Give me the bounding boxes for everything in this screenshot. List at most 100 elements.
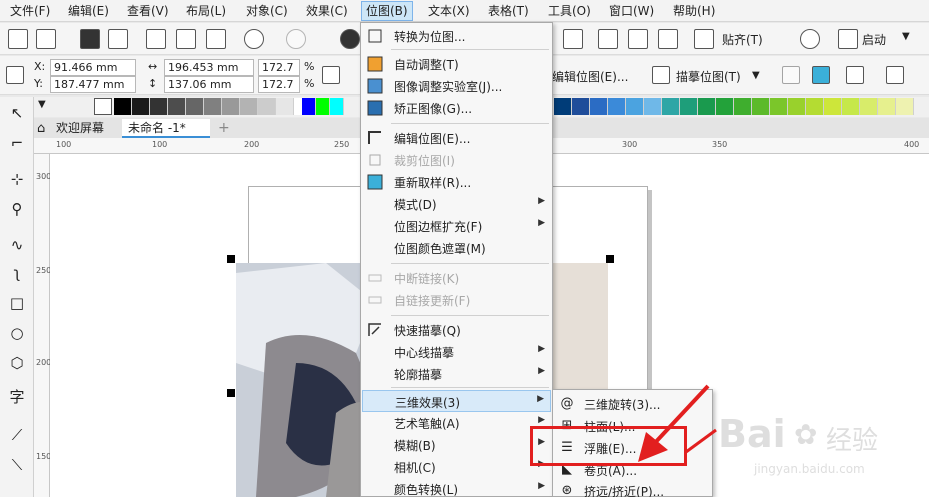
color-swatch[interactable]: [770, 98, 788, 115]
application-launcher-icon[interactable]: [838, 29, 858, 49]
menu-edit[interactable]: 编辑(E): [64, 1, 113, 21]
color-swatch[interactable]: [716, 98, 734, 115]
open-folder-icon[interactable]: [36, 29, 56, 49]
resample-icon[interactable]: [812, 66, 830, 84]
menu-centerline-trace[interactable]: 中心线描摹 ▶: [362, 341, 551, 363]
color-swatch[interactable]: [680, 98, 698, 115]
chevron-down-icon[interactable]: ▼: [752, 70, 760, 81]
menu-straighten-image[interactable]: 矫正图像(G)...: [362, 97, 551, 119]
rectangle-tool-icon[interactable]: □: [7, 293, 27, 313]
menu-break-link[interactable]: 中断链接(K): [362, 267, 551, 289]
color-swatch[interactable]: [276, 98, 294, 115]
menu-bitmap-border-expansion[interactable]: 位图边框扩充(F) ▶: [362, 215, 551, 237]
menu-convert-to-bitmap[interactable]: 转换为位图...: [362, 25, 551, 47]
redo-icon[interactable]: [286, 29, 306, 49]
tab-untitled-1[interactable]: 未命名 -1*: [122, 119, 210, 138]
crop-tool-icon[interactable]: ⊹: [7, 169, 27, 189]
menu-bitmap-color-mask[interactable]: 位图颜色遮罩(M): [362, 237, 551, 259]
pick-tool-icon[interactable]: ↖: [7, 103, 27, 123]
menu-image-adjustment-lab[interactable]: 图像调整实验室(J)...: [362, 75, 551, 97]
menu-view[interactable]: 查看(V): [123, 1, 173, 21]
color-swatch[interactable]: [554, 98, 572, 115]
color-swatch[interactable]: [302, 98, 316, 115]
color-swatch[interactable]: [258, 98, 276, 115]
color-swatch[interactable]: [590, 98, 608, 115]
zoom-tool-icon[interactable]: ⚲: [7, 199, 27, 219]
new-document-icon[interactable]: [8, 29, 28, 49]
menu-window[interactable]: 窗口(W): [605, 1, 658, 21]
menu-outline-trace[interactable]: 轮廓描摹 ▶: [362, 363, 551, 385]
color-swatch[interactable]: [662, 98, 680, 115]
color-swatch[interactable]: [114, 98, 132, 115]
color-swatch[interactable]: [204, 98, 222, 115]
selection-handle[interactable]: [606, 255, 614, 263]
save-icon[interactable]: [80, 29, 100, 49]
color-swatch[interactable]: [788, 98, 806, 115]
paste-icon[interactable]: [206, 29, 226, 49]
trace-bitmap-dropdown[interactable]: 描摹位图(T): [676, 68, 741, 85]
shape-tool-icon[interactable]: ⌐: [7, 133, 27, 153]
copy-icon[interactable]: [176, 29, 196, 49]
dimension-tool-icon[interactable]: ⟋: [7, 425, 27, 445]
y-position-field[interactable]: 187.477 mm: [50, 76, 136, 93]
tab-welcome[interactable]: ⌂ 欢迎屏幕: [34, 119, 118, 138]
color-swatch[interactable]: [186, 98, 204, 115]
menu-art-strokes[interactable]: 艺术笔触(A) ▶: [362, 412, 551, 434]
menu-resample[interactable]: 重新取样(R)...: [362, 171, 551, 193]
launch-dropdown[interactable]: 启动: [862, 31, 886, 48]
crop-bitmap-icon[interactable]: [782, 66, 800, 84]
menu-table[interactable]: 表格(T): [484, 1, 533, 21]
menu-update-from-link[interactable]: 自链接更新(F): [362, 289, 551, 311]
show-grid-icon[interactable]: [628, 29, 648, 49]
color-swatch[interactable]: [842, 98, 860, 115]
color-swatch[interactable]: [572, 98, 590, 115]
menu-bitmaps[interactable]: 位图(B): [361, 1, 413, 21]
menu-text[interactable]: 文本(X): [424, 1, 474, 21]
height-field[interactable]: 137.06 mm: [164, 76, 254, 93]
cut-icon[interactable]: [146, 29, 166, 49]
object-origin-icon[interactable]: [6, 66, 24, 84]
chevron-down-icon[interactable]: ▼: [902, 31, 910, 42]
menu-file[interactable]: 文件(F): [6, 1, 54, 21]
menu-auto-adjust[interactable]: 自动调整(T): [362, 53, 551, 75]
color-swatch[interactable]: [644, 98, 662, 115]
scale-y-field[interactable]: 172.7: [258, 76, 300, 93]
color-swatch[interactable]: [150, 98, 168, 115]
polygon-tool-icon[interactable]: ⬡: [7, 353, 27, 373]
no-color-swatch[interactable]: [94, 98, 112, 115]
snap-off-icon[interactable]: [694, 29, 714, 49]
scale-x-field[interactable]: 172.7: [258, 59, 300, 76]
palette-arrow-icon[interactable]: ▼: [38, 99, 46, 110]
menu-camera[interactable]: 相机(C) ▶: [362, 456, 551, 478]
options-gear-icon[interactable]: [800, 29, 820, 49]
menu-tools[interactable]: 工具(O): [544, 1, 595, 21]
bitmap-mask-icon[interactable]: [886, 66, 904, 84]
color-swatch[interactable]: [316, 98, 330, 115]
bitmap-border-icon[interactable]: [846, 66, 864, 84]
selection-handle[interactable]: [227, 389, 235, 397]
menu-mode[interactable]: 模式(D) ▶: [362, 193, 551, 215]
color-swatch[interactable]: [752, 98, 770, 115]
print-icon[interactable]: [108, 29, 128, 49]
x-position-field[interactable]: 91.466 mm: [50, 59, 136, 76]
width-field[interactable]: 196.453 mm: [164, 59, 254, 76]
corel-connect-icon[interactable]: [340, 29, 360, 49]
menu-effects[interactable]: 效果(C): [302, 1, 352, 21]
show-guidelines-icon[interactable]: [658, 29, 678, 49]
menu-edit-bitmap[interactable]: 编辑位图(E)...: [362, 127, 551, 149]
color-swatch[interactable]: [806, 98, 824, 115]
color-swatch[interactable]: [698, 98, 716, 115]
menu-quick-trace[interactable]: 快速描摹(Q): [362, 319, 551, 341]
color-swatch[interactable]: [240, 98, 258, 115]
submenu-pinch-punch[interactable]: ⊛ 挤远/挤近(P)...: [554, 480, 711, 497]
color-swatch[interactable]: [168, 98, 186, 115]
lock-ratio-icon[interactable]: [322, 66, 340, 84]
menu-object[interactable]: 对象(C): [242, 1, 292, 21]
undo-icon[interactable]: [244, 29, 264, 49]
color-swatch[interactable]: [608, 98, 626, 115]
color-swatch[interactable]: [896, 98, 914, 115]
connector-tool-icon[interactable]: ⟍: [7, 455, 27, 475]
full-screen-icon[interactable]: [563, 29, 583, 49]
color-swatch[interactable]: [734, 98, 752, 115]
color-swatch[interactable]: [330, 98, 344, 115]
